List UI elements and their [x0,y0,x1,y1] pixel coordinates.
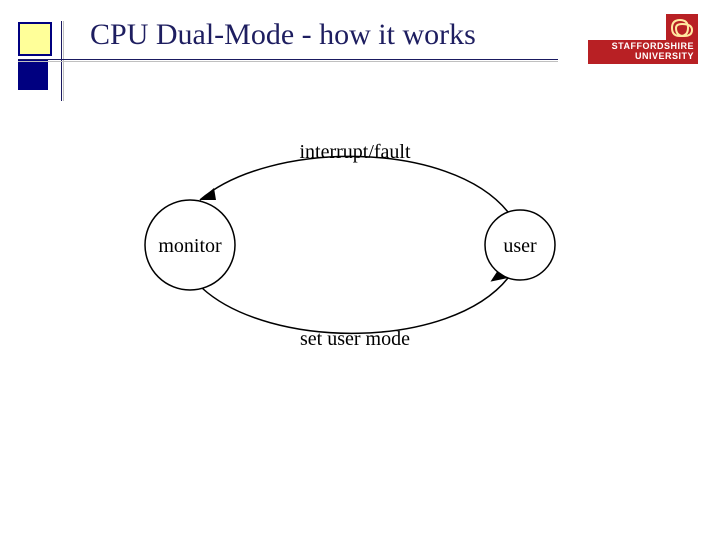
logo-line1: STAFFORDSHIRE [612,41,694,51]
staffordshire-knot-icon [666,14,698,40]
dual-mode-diagram: monitor user interrupt/fault set user mo… [120,140,600,350]
university-logo: STAFFORDSHIRE UNIVERSITY [588,14,698,64]
logo-text: STAFFORDSHIRE UNIVERSITY [588,40,698,64]
interrupt-fault-arrow [200,156,508,212]
header-hline-shadow [18,61,558,62]
page-title: CPU Dual-Mode - how it works [90,18,476,52]
logo-line2: UNIVERSITY [635,51,694,61]
interrupt-fault-arrowhead [200,188,216,200]
interrupt-fault-label: interrupt/fault [299,141,411,163]
header-accent-yellow [18,22,52,56]
monitor-node-label: monitor [158,235,222,257]
user-node-label: user [503,235,537,257]
set-user-mode-label: set user mode [300,328,410,350]
set-user-mode-arrow [202,278,508,333]
header-accent-blue [18,60,48,90]
header-hline [18,59,558,60]
